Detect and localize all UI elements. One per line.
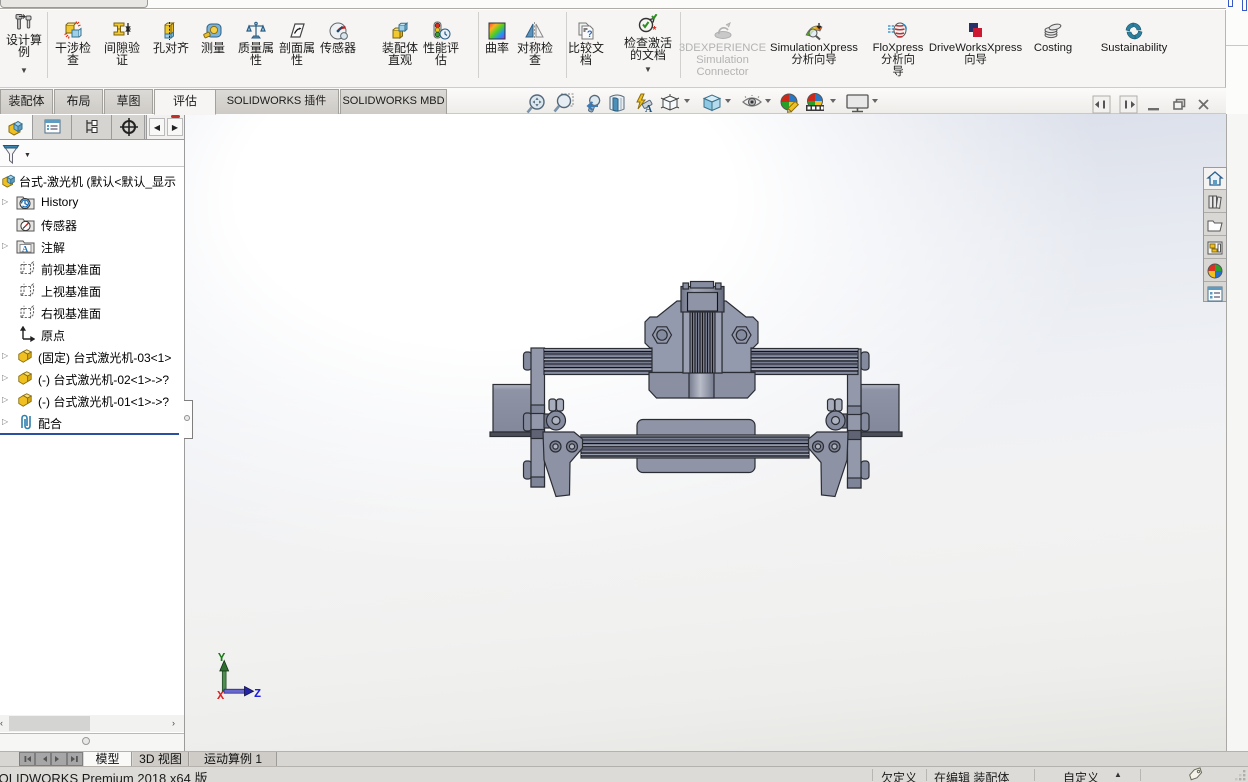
svg-text:Z: Z	[254, 687, 261, 701]
svg-text:A: A	[22, 244, 29, 254]
svg-text:?: ?	[587, 29, 593, 39]
svg-text:*: *	[653, 25, 657, 36]
svg-text:A: A	[645, 104, 653, 115]
